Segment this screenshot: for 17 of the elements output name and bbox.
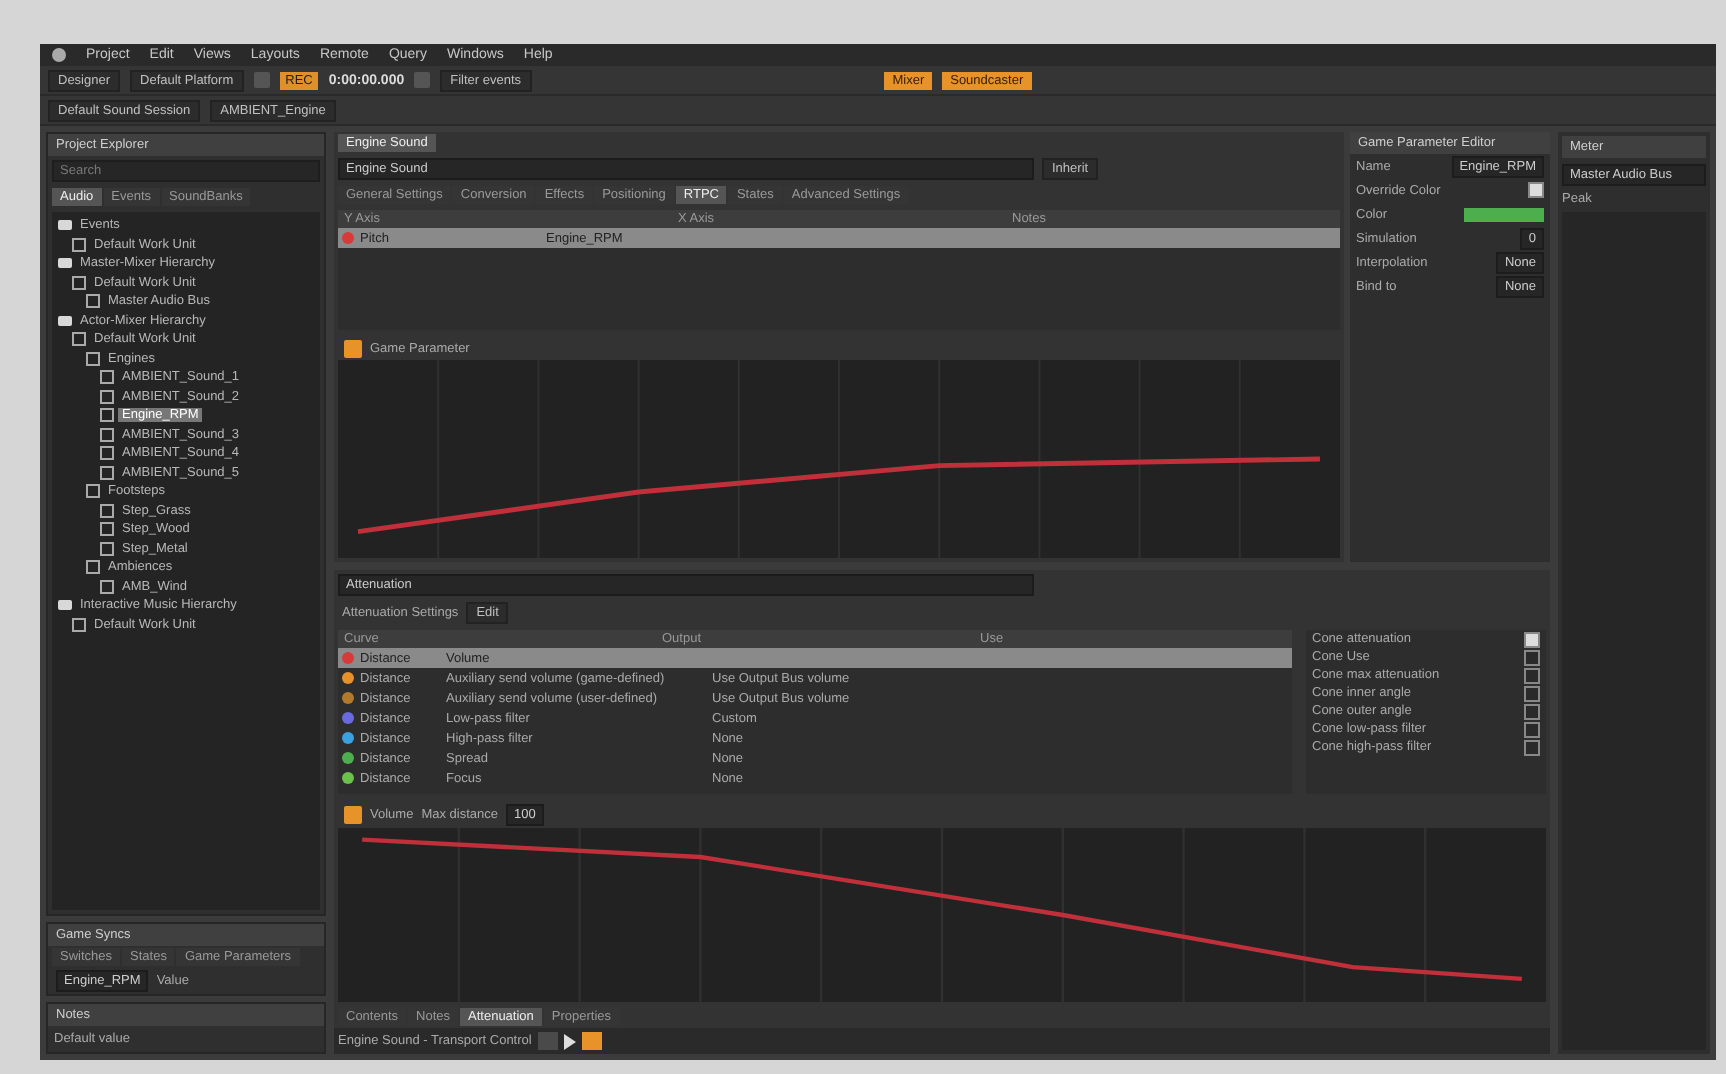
object-icon	[72, 237, 86, 252]
color-swatch[interactable]	[1464, 207, 1544, 221]
folder-icon	[58, 258, 72, 269]
folder-icon	[58, 600, 72, 611]
folder-icon	[58, 220, 72, 231]
checkbox[interactable]	[1524, 739, 1540, 755]
checkbox[interactable]	[1524, 649, 1540, 665]
object-icon	[72, 617, 86, 632]
checkbox[interactable]	[1528, 182, 1544, 198]
curve-dot-icon	[342, 232, 354, 244]
checkbox[interactable]	[1524, 721, 1540, 737]
checkbox[interactable]	[1524, 631, 1540, 647]
app-logo-icon	[52, 48, 66, 62]
checkbox[interactable]	[1524, 667, 1540, 683]
checkbox[interactable]	[1524, 685, 1540, 701]
checkbox[interactable]	[1524, 703, 1540, 719]
folder-icon	[58, 315, 72, 326]
